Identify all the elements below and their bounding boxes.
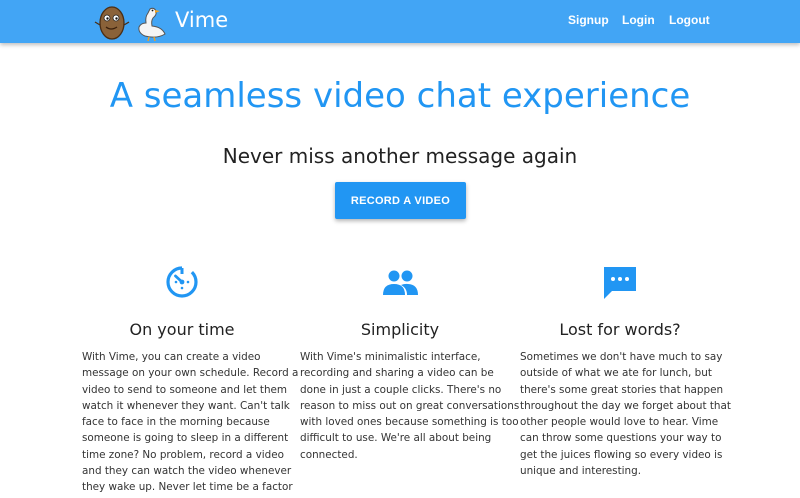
timer-icon (166, 266, 198, 298)
signup-link[interactable]: Signup (568, 13, 609, 27)
record-video-button[interactable]: RECORD A VIDEO (335, 182, 466, 219)
feature-title: Simplicity (360, 320, 440, 339)
navbar: Vime Signup Login Logout (0, 0, 800, 43)
feature-title: On your time (129, 320, 235, 339)
feature-description: With Vime, you can create a video messag… (82, 351, 299, 498)
hero-subtitle: Never miss another message again (222, 144, 578, 168)
people-icon (383, 270, 418, 295)
logout-link[interactable]: Logout (669, 13, 710, 27)
feature-description: With Vime's minimalistic interface, reco… (300, 351, 520, 461)
feature-description: Sometimes we don't have much to say outs… (520, 351, 731, 478)
feature-on-your-time: On your time With Vime, you can create a… (72, 262, 298, 498)
feature-simplicity: Simplicity With Vime's minimalistic inte… (290, 262, 519, 463)
login-link[interactable]: Login (622, 13, 655, 27)
chat-bubble-icon (604, 267, 636, 299)
nav-links: Signup Login Logout (0, 13, 800, 31)
feature-title: Lost for words? (559, 320, 681, 339)
hero-title: A seamless video chat experience (109, 76, 691, 116)
feature-lost-for-words: Lost for words? Sometimes we don't have … (510, 262, 731, 479)
